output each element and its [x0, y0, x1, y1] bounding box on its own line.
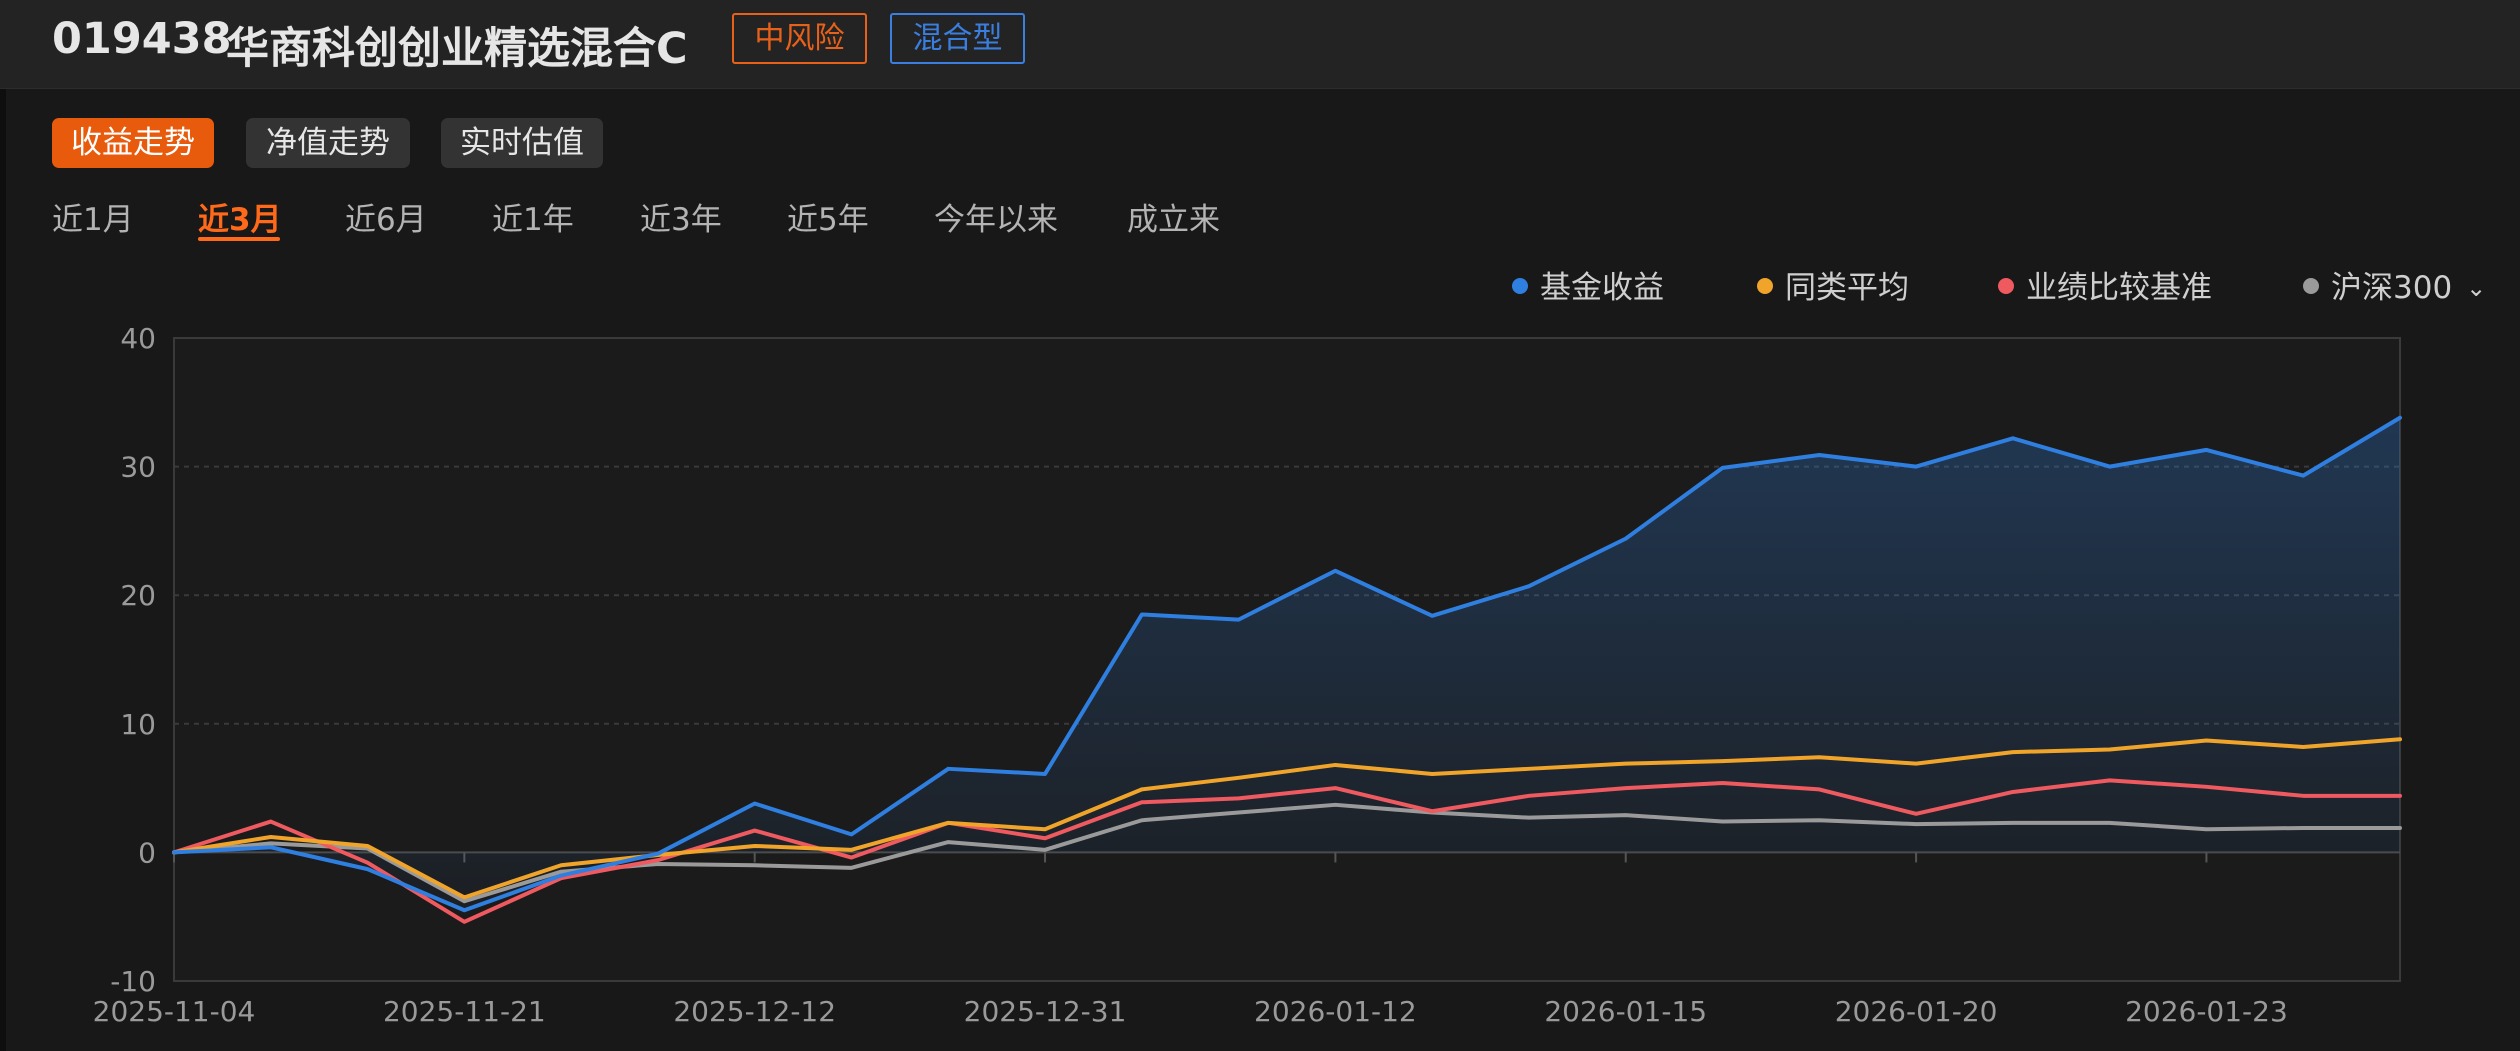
x-tick-label: 2025-11-21 [383, 995, 546, 1028]
tab-realtime-estimate[interactable]: 实时估值 [441, 118, 603, 168]
y-tick-label: 20 [120, 579, 156, 612]
fund-type-tag: 混合型 [890, 13, 1025, 64]
legend-dot-fund [1512, 278, 1528, 294]
tab-return-trend[interactable]: 收益走势 [52, 118, 214, 168]
legend-dot-category [1757, 278, 1773, 294]
tab-nav-trend[interactable]: 净值走势 [246, 118, 410, 168]
fund-code: 019438 [52, 14, 232, 64]
y-tick-label: 40 [120, 322, 156, 355]
active-range-underline [198, 237, 280, 241]
chevron-down-icon[interactable]: ⌄ [2466, 274, 2486, 302]
risk-level-tag: 中风险 [732, 13, 867, 64]
fund-name: 华商科创创业精选混合C [226, 24, 688, 74]
x-tick-label: 2025-11-04 [93, 995, 256, 1028]
legend-dot-csi300 [2303, 278, 2319, 294]
range-tab-ytd[interactable]: 今年以来 [934, 194, 1058, 239]
y-tick-label: -10 [110, 965, 156, 998]
range-tab-1m[interactable]: 近1月 [52, 194, 134, 239]
x-tick-label: 2026-01-20 [1835, 995, 1998, 1028]
range-tab-6m[interactable]: 近6月 [345, 194, 427, 239]
return-trend-chart[interactable]: -10 0 10 20 30 40 2025-11-04 2025-11-21 2025-12-… [0, 300, 2520, 1051]
x-tick-label: 2025-12-31 [964, 995, 1127, 1028]
range-tab-since-inception[interactable]: 成立来 [1127, 194, 1220, 239]
y-tick-label: 0 [138, 836, 156, 869]
y-tick-label: 10 [120, 708, 156, 741]
range-tab-1y[interactable]: 近1年 [492, 194, 574, 239]
x-tick-label: 2026-01-12 [1254, 995, 1417, 1028]
range-tab-3y[interactable]: 近3年 [640, 194, 722, 239]
range-tab-5y[interactable]: 近5年 [787, 194, 869, 239]
x-tick-label: 2026-01-23 [2125, 995, 2288, 1028]
range-tab-3m[interactable]: 近3月 [198, 194, 282, 239]
fund-header: 019438 华商科创创业精选混合C 中风险 混合型 [0, 0, 2520, 89]
x-tick-label: 2026-01-15 [1544, 995, 1707, 1028]
y-tick-label: 30 [120, 451, 156, 484]
legend-dot-benchmark [1998, 278, 2014, 294]
x-tick-label: 2025-12-12 [673, 995, 836, 1028]
